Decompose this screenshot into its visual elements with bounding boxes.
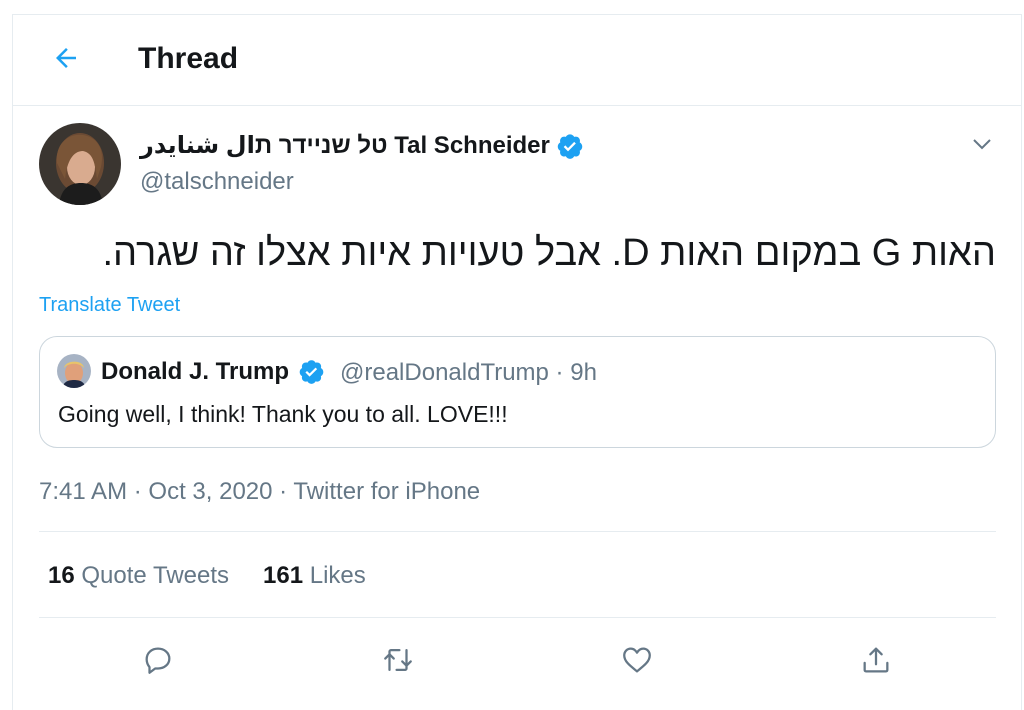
divider xyxy=(39,617,996,618)
meta-separator: · xyxy=(279,478,288,505)
like-button[interactable] xyxy=(617,640,657,680)
likes-stat[interactable]: 161 Likes xyxy=(263,562,366,590)
quoted-author-avatar[interactable] xyxy=(57,354,91,388)
meta-separator: · xyxy=(133,478,142,505)
quoted-handle-time: @realDonaldTrump · 9h xyxy=(340,359,597,386)
author-handle[interactable]: @talschneider xyxy=(140,168,294,196)
quoted-tweet[interactable]: Donald J. Trump @realDonaldTrump · 9h Go… xyxy=(39,336,996,448)
share-icon xyxy=(863,647,889,673)
verified-badge-icon xyxy=(299,360,324,384)
translate-tweet-link[interactable]: Translate Tweet xyxy=(39,294,180,317)
arrow-left-icon xyxy=(56,48,76,68)
retweet-button[interactable] xyxy=(378,640,418,680)
share-button[interactable] xyxy=(856,640,896,680)
tweet-stats: 16 Quote Tweets 161 Likes xyxy=(48,562,400,590)
tweet-metadata: 7:41 AM · Oct 3, 2020 · Twitter for iPho… xyxy=(39,478,480,506)
page-title: Thread xyxy=(138,42,239,75)
quote-tweets-label: Quote Tweets xyxy=(81,562,230,589)
divider xyxy=(39,531,996,532)
reply-icon xyxy=(145,647,171,674)
author-avatar-image xyxy=(39,123,121,205)
tweet-text: האות G במקום האות D. אבל טעויות איות אצל… xyxy=(102,232,997,274)
likes-label: Likes xyxy=(309,562,366,589)
tweet-date[interactable]: Oct 3, 2020 xyxy=(148,478,272,505)
tweet-time[interactable]: 7:41 AM xyxy=(39,478,127,505)
tweet-source[interactable]: Twitter for iPhone xyxy=(293,478,480,505)
reply-button[interactable] xyxy=(138,640,178,680)
likes-count: 161 xyxy=(263,562,304,589)
author-name-row[interactable]: טל שניידר תال شنايدر Tal Schneider xyxy=(140,131,584,160)
like-icon xyxy=(623,647,651,673)
chevron-down-icon xyxy=(973,139,991,150)
back-button[interactable] xyxy=(50,42,82,74)
verified-badge-icon xyxy=(557,133,583,159)
quoted-author-name: Donald J. Trump xyxy=(101,358,290,385)
quote-tweets-stat[interactable]: 16 Quote Tweets xyxy=(48,562,229,590)
retweet-icon xyxy=(384,648,412,672)
author-avatar[interactable] xyxy=(39,123,121,205)
quote-tweets-count: 16 xyxy=(48,562,75,589)
author-display-name[interactable]: טל שניידר תال شنايدر Tal Schneider xyxy=(140,131,550,160)
more-options-button[interactable] xyxy=(970,132,994,156)
quoted-avatar-image xyxy=(57,354,91,388)
thread-header: Thread xyxy=(12,14,1022,106)
quoted-tweet-text: Going well, I think! Thank you to all. L… xyxy=(58,401,508,427)
